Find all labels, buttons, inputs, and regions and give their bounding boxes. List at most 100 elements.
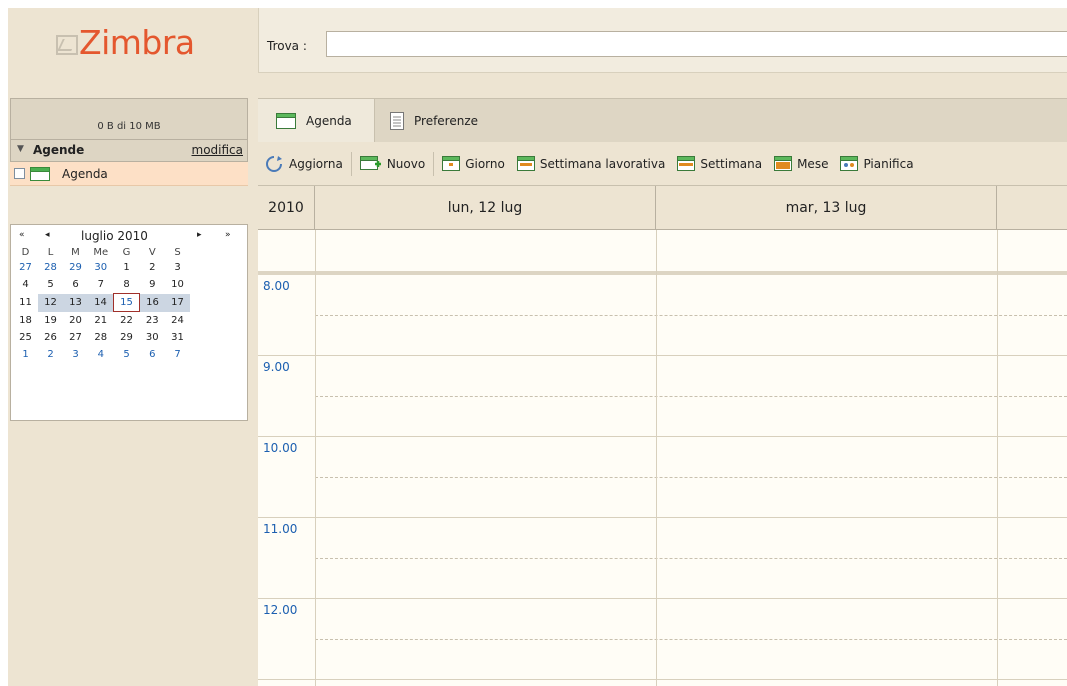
calendar-item-agenda[interactable]: Agenda — [10, 162, 248, 186]
collapse-triangle-icon[interactable]: ▼ — [17, 144, 24, 154]
day-cell[interactable]: 24 — [165, 312, 190, 330]
day-cell[interactable]: 13 — [63, 293, 88, 312]
day-cell[interactable]: 5 — [38, 276, 63, 294]
hour-row[interactable]: 10.00 — [258, 437, 1067, 518]
day-view-label: Giorno — [465, 156, 505, 171]
search-input[interactable] — [326, 31, 1067, 57]
day-cell[interactable]: 1 — [13, 346, 38, 363]
prev-month-icon[interactable]: ◂ — [45, 230, 50, 240]
day-cell[interactable]: 30 — [88, 259, 114, 276]
day-cell[interactable]: 3 — [165, 259, 190, 276]
schedule-view-icon — [840, 156, 859, 171]
day-cell[interactable]: 6 — [140, 346, 166, 363]
day-cell[interactable]: 20 — [63, 312, 88, 330]
day-cell[interactable]: 10 — [165, 276, 190, 294]
weekday-label: V — [148, 246, 156, 258]
mini-calendar-month[interactable]: luglio 2010 — [81, 229, 148, 243]
tab-preferences-label: Preferenze — [414, 114, 479, 128]
day-cell[interactable]: 5 — [114, 346, 140, 363]
half-hour-line — [315, 315, 1067, 316]
day-cell[interactable]: 16 — [139, 293, 165, 312]
prev-year-icon[interactable]: « — [19, 230, 25, 240]
day-cell[interactable]: 29 — [63, 259, 88, 276]
day-view-button[interactable]: Giorno — [436, 149, 511, 179]
day-cell[interactable]: 4 — [88, 346, 114, 363]
day-cell[interactable]: 7 — [165, 346, 190, 363]
hour-row[interactable]: 8.00 — [258, 275, 1067, 356]
new-appointment-button[interactable]: Nuovo — [354, 149, 431, 179]
day-cell[interactable]: 28 — [88, 329, 114, 346]
all-day-row[interactable] — [258, 230, 1067, 275]
week-view-label: Settimana — [700, 156, 763, 171]
week-view-icon — [677, 156, 696, 171]
day-cell[interactable]: 17 — [165, 293, 190, 312]
day-cell[interactable]: 27 — [13, 259, 38, 276]
day-cell[interactable]: 3 — [63, 346, 88, 363]
day-cell[interactable]: 2 — [38, 346, 63, 363]
day-cell[interactable]: 14 — [88, 293, 114, 312]
day-cell[interactable]: 1 — [114, 259, 140, 276]
mini-calendar-grid: D L M Me G V S 27 28 29 30 1 2 3 4 5 6 7… — [13, 245, 190, 363]
week-row: 1 2 3 4 5 6 7 — [13, 346, 190, 363]
day-cell[interactable]: 4 — [13, 276, 38, 294]
toolbar-separator — [350, 151, 352, 176]
day-cell[interactable]: 27 — [63, 329, 88, 346]
day-cell[interactable]: 26 — [38, 329, 63, 346]
schedule-view-button[interactable]: Pianifica — [834, 149, 919, 179]
weekday-label: M — [71, 246, 80, 258]
calendar-icon — [30, 167, 50, 181]
day-cell[interactable]: 31 — [165, 329, 190, 346]
day-cell[interactable]: 22 — [114, 312, 140, 330]
hour-row[interactable]: 11.00 — [258, 518, 1067, 599]
day-cell[interactable]: 25 — [13, 329, 38, 346]
new-label: Nuovo — [386, 156, 426, 171]
day-cell[interactable]: 11 — [13, 293, 38, 312]
column-divider — [997, 230, 998, 686]
day-header[interactable]: lun, 12 lug — [315, 186, 656, 230]
work-week-view-button[interactable]: Settimana lavorativa — [511, 149, 671, 179]
day-cell[interactable]: 12 — [38, 293, 63, 312]
tab-preferences[interactable]: Preferenze — [380, 99, 530, 143]
next-month-icon[interactable]: ▸ — [197, 230, 202, 240]
day-cell[interactable]: 28 — [38, 259, 63, 276]
edit-calendars-link[interactable]: modifica — [192, 143, 244, 157]
hour-label: 11.00 — [263, 522, 298, 536]
next-year-icon[interactable]: » — [225, 230, 231, 240]
mini-calendar: « ◂ luglio 2010 ▸ » D L M Me G V S 27 28… — [10, 224, 248, 421]
day-cell[interactable]: 7 — [88, 276, 114, 294]
refresh-button[interactable]: Aggiorna — [258, 149, 349, 179]
week-view-button[interactable]: Settimana — [671, 149, 768, 179]
half-hour-line — [315, 558, 1067, 559]
weekday-row: D L M Me G V S — [13, 245, 190, 259]
month-view-button[interactable]: Mese — [768, 149, 834, 179]
tab-agenda[interactable]: Agenda — [258, 99, 375, 143]
day-cell[interactable]: 30 — [140, 329, 166, 346]
grid-header: 2010 lun, 12 lug mar, 13 lug — [258, 186, 1067, 230]
day-cell[interactable]: 6 — [63, 276, 88, 294]
day-cell[interactable]: 9 — [140, 276, 166, 294]
weekday-label: S — [174, 246, 181, 258]
hour-label: 9.00 — [263, 360, 290, 374]
hour-row[interactable]: 9.00 — [258, 356, 1067, 437]
work-week-view-label: Settimana lavorativa — [539, 156, 666, 171]
day-header[interactable] — [997, 186, 1067, 230]
search-label: Trova : — [267, 39, 307, 53]
zimbra-app: Zimbra Trova : 0 B di 10 MB ▼ Agende mod… — [8, 8, 1067, 686]
today-cell[interactable]: 15 — [113, 293, 140, 312]
day-cell[interactable]: 29 — [114, 329, 140, 346]
column-divider — [656, 230, 657, 686]
hour-label: 12.00 — [263, 603, 298, 617]
day-cell[interactable]: 21 — [88, 312, 114, 330]
work-week-view-icon — [516, 156, 535, 171]
tab-agenda-label: Agenda — [306, 114, 352, 128]
day-cell[interactable]: 18 — [13, 312, 38, 330]
day-cell[interactable]: 19 — [38, 312, 63, 330]
week-row: 18 19 20 21 22 23 24 — [13, 312, 190, 330]
tree-title: Agende — [33, 143, 85, 157]
hour-row[interactable]: 12.00 — [258, 599, 1067, 680]
day-cell[interactable]: 8 — [114, 276, 140, 294]
day-cell[interactable]: 23 — [140, 312, 166, 330]
day-header[interactable]: mar, 13 lug — [656, 186, 997, 230]
day-cell[interactable]: 2 — [140, 259, 166, 276]
calendar-checkbox[interactable] — [14, 168, 25, 179]
